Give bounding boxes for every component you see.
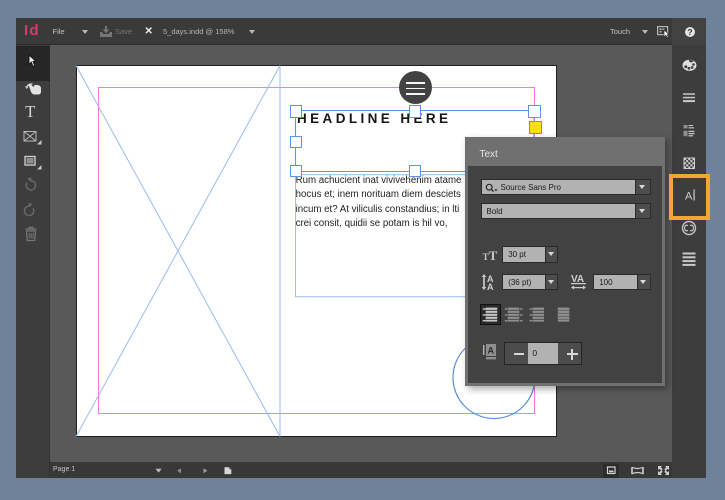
svg-text:T: T	[25, 102, 35, 121]
svg-text:A: A	[487, 282, 494, 292]
svg-text:A: A	[487, 345, 494, 355]
